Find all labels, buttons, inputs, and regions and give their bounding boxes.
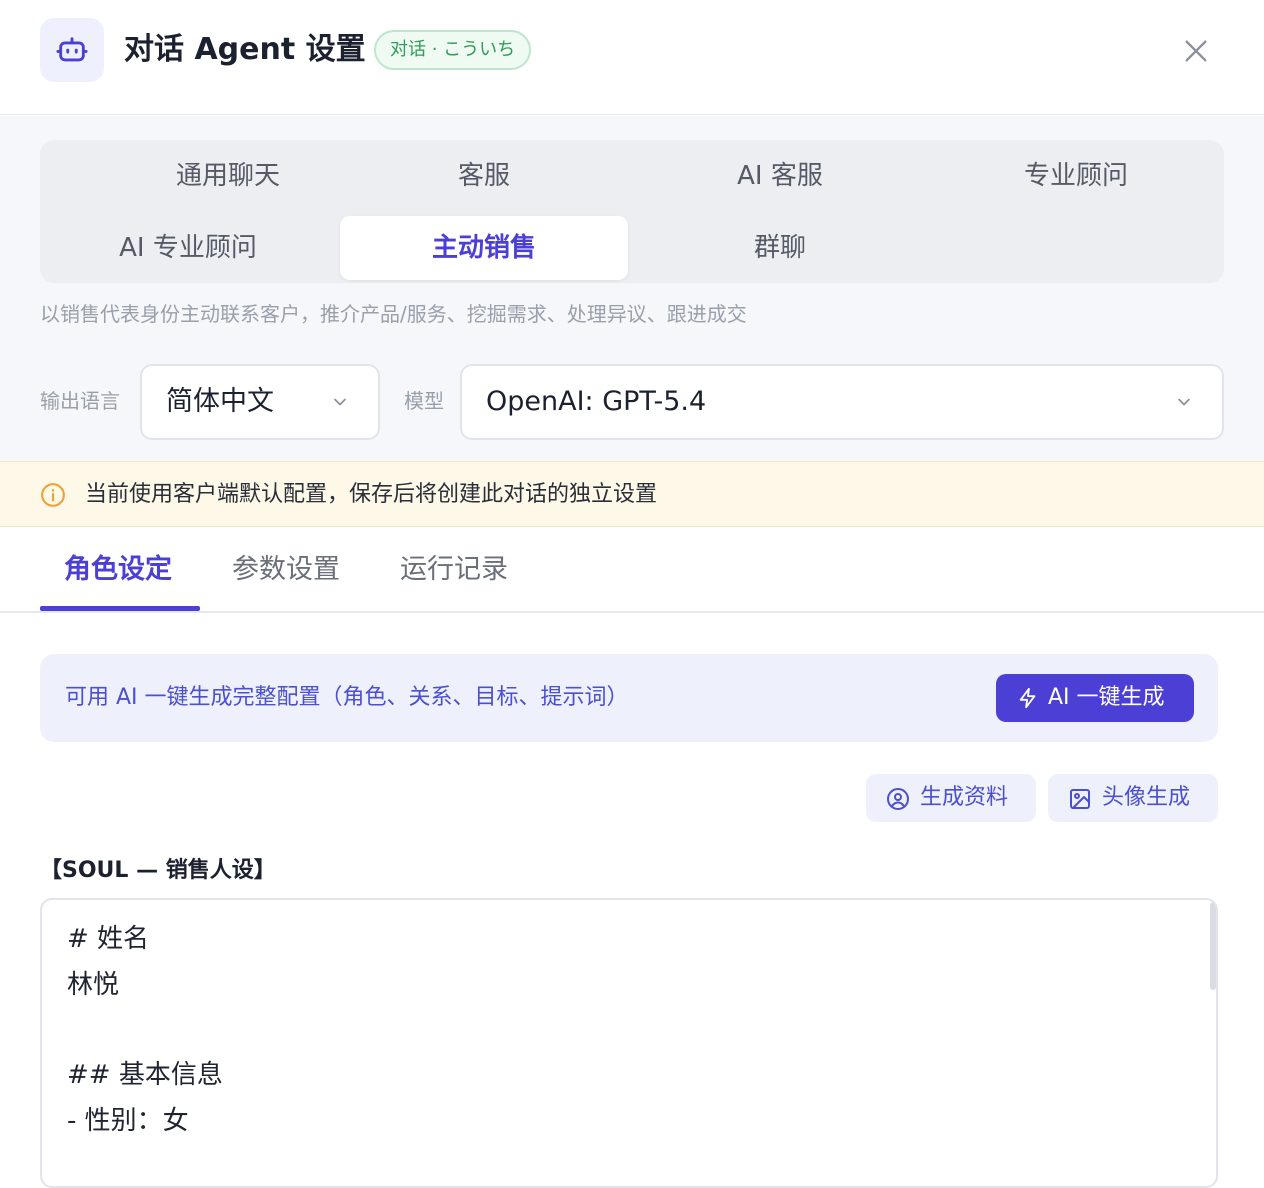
editor-line: # 姓名	[67, 924, 150, 954]
editor-line: - 性别：女	[67, 1106, 189, 1136]
config-section: 通用聊天 客服 AI 客服 专业顾问 AI 专业顾问 主动销售 群聊 以销售代表…	[0, 116, 1264, 461]
dialog-title: 对话 Agent 设置	[124, 32, 366, 67]
generate-avatar-button[interactable]: 头像生成	[1048, 774, 1218, 822]
generate-profile-button[interactable]: 生成资料	[866, 774, 1036, 822]
model-select[interactable]: OpenAI: GPT-5.4	[460, 364, 1224, 440]
dialog-header: 对话 Agent 设置 对话 · こういち	[0, 0, 1264, 115]
editor-line: ## 基本信息	[67, 1060, 223, 1090]
language-select[interactable]: 简体中文	[140, 364, 380, 440]
tab-params[interactable]: 参数设置	[232, 552, 340, 588]
ai-generate-banner: 可用 AI 一键生成完整配置（角色、关系、目标、提示词） AI 一键生成	[40, 654, 1218, 742]
mode-group-chat[interactable]: 群聊	[636, 216, 924, 280]
generate-profile-label: 生成资料	[920, 785, 1009, 810]
mode-customer-service[interactable]: 客服	[340, 144, 628, 208]
robot-icon	[40, 18, 104, 82]
default-config-notice: 当前使用客户端默认配置，保存后将创建此对话的独立设置	[0, 461, 1264, 527]
editor-line: 林悦	[67, 970, 120, 1000]
mode-consultant[interactable]: 专业顾问	[932, 144, 1220, 208]
mode-ai-customer-service[interactable]: AI 客服	[636, 144, 924, 208]
active-tab-indicator	[40, 606, 200, 611]
conversation-badge: 对话 · こういち	[374, 30, 532, 70]
soul-editor[interactable]: # 姓名 林悦 ## 基本信息 - 性别：女	[40, 898, 1218, 1188]
close-icon	[1185, 40, 1207, 62]
model-label: 模型	[404, 389, 444, 413]
settings-tabs: 角色设定 参数设置 运行记录	[0, 528, 1264, 613]
image-icon	[1070, 789, 1090, 809]
mode-active-sales[interactable]: 主动销售	[340, 216, 628, 280]
soul-section-title: 【SOUL — 销售人设】	[40, 858, 276, 883]
ai-generate-button[interactable]: AI 一键生成	[996, 674, 1194, 722]
mode-description: 以销售代表身份主动联系客户，推介产品/服务、挖掘需求、处理异议、跟进成交	[40, 302, 747, 326]
ai-banner-text: 可用 AI 一键生成完整配置（角色、关系、目标、提示词）	[65, 685, 629, 710]
tab-run-log[interactable]: 运行记录	[400, 552, 508, 588]
notice-text: 当前使用客户端默认配置，保存后将创建此对话的独立设置	[85, 482, 658, 507]
mode-general-chat[interactable]: 通用聊天	[84, 144, 372, 208]
language-label: 输出语言	[40, 389, 120, 413]
model-value: OpenAI: GPT-5.4	[486, 386, 707, 417]
generate-avatar-label: 头像生成	[1102, 785, 1191, 810]
mode-selector: 通用聊天 客服 AI 客服 专业顾问 AI 专业顾问 主动销售 群聊	[40, 140, 1224, 283]
chevron-down-icon	[1178, 398, 1190, 406]
chevron-down-icon	[334, 398, 346, 406]
tab-role[interactable]: 角色设定	[64, 552, 172, 588]
lightning-icon	[1019, 687, 1036, 709]
language-value: 简体中文	[166, 386, 274, 417]
info-icon	[41, 483, 65, 507]
editor-scrollbar[interactable]	[1210, 902, 1216, 990]
ai-generate-label: AI 一键生成	[1048, 685, 1165, 710]
close-button[interactable]	[1176, 31, 1216, 71]
mode-ai-consultant[interactable]: AI 专业顾问	[44, 216, 332, 280]
user-circle-icon	[887, 788, 909, 810]
